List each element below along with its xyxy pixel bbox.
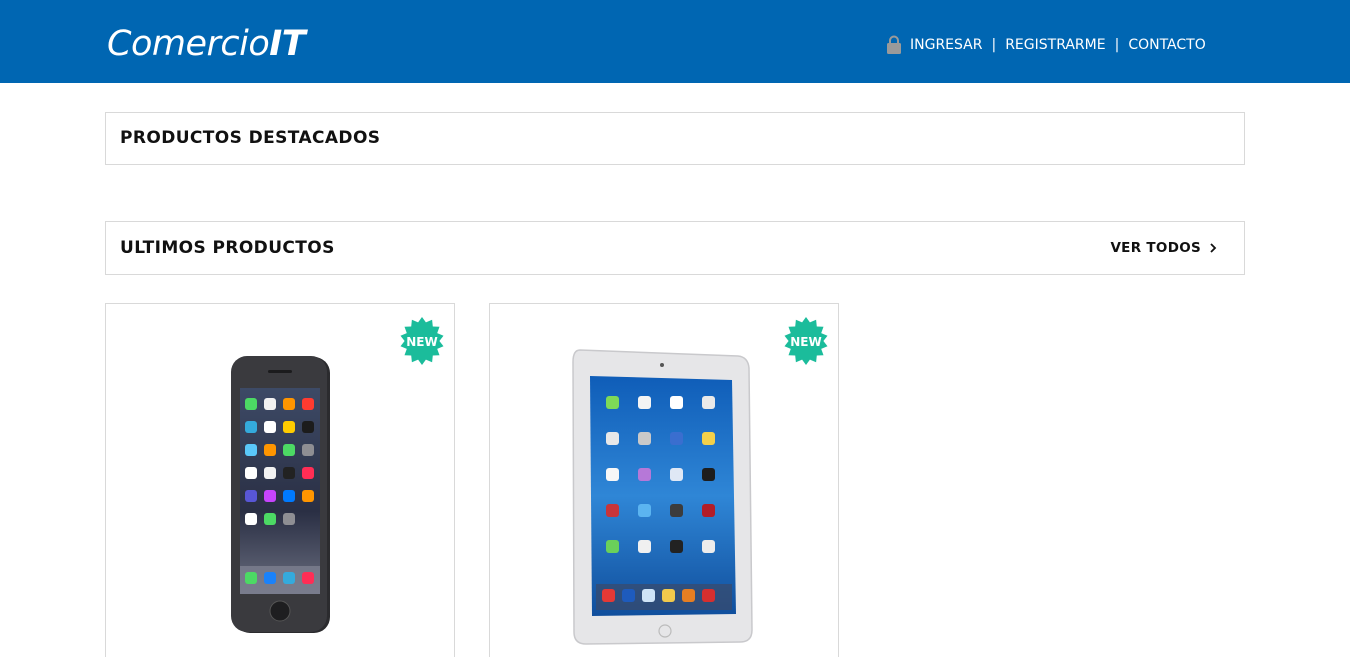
- product-card[interactable]: NEW: [105, 303, 455, 657]
- nav-contact-link[interactable]: CONTACTO: [1128, 37, 1205, 53]
- nav-register-link[interactable]: REGISTRARME: [1005, 37, 1105, 53]
- latest-title: ULTIMOS PRODUCTOS: [120, 238, 335, 258]
- featured-section-header: PRODUCTOS DESTACADOS: [105, 112, 1245, 165]
- latest-section-header: ULTIMOS PRODUCTOS VER TODOS: [105, 221, 1245, 275]
- badge-label: NEW: [406, 335, 438, 349]
- new-badge: NEW: [780, 316, 832, 368]
- top-header: ComercioIT INGRESAR | REGISTRARME | CONT…: [0, 0, 1350, 83]
- logo-regular-text: Comercio: [107, 24, 270, 64]
- tablet-image: [572, 349, 753, 645]
- featured-title: PRODUCTOS DESTACADOS: [120, 128, 381, 148]
- new-badge: NEW: [396, 316, 448, 368]
- smartphone-image: [231, 356, 330, 633]
- top-nav: INGRESAR | REGISTRARME | CONTACTO: [886, 34, 1206, 56]
- nav-separator: |: [1114, 37, 1120, 53]
- nav-login-link[interactable]: INGRESAR: [910, 37, 982, 53]
- see-all-link[interactable]: VER TODOS: [1110, 240, 1218, 256]
- see-all-label: VER TODOS: [1110, 240, 1201, 256]
- product-card[interactable]: NEW: [489, 303, 839, 657]
- chevron-right-icon: [1210, 243, 1217, 253]
- logo-bold-text: IT: [269, 24, 306, 64]
- site-logo[interactable]: ComercioIT: [107, 22, 306, 66]
- lock-icon: [887, 35, 901, 54]
- badge-label: NEW: [790, 335, 822, 349]
- nav-separator: |: [991, 37, 997, 53]
